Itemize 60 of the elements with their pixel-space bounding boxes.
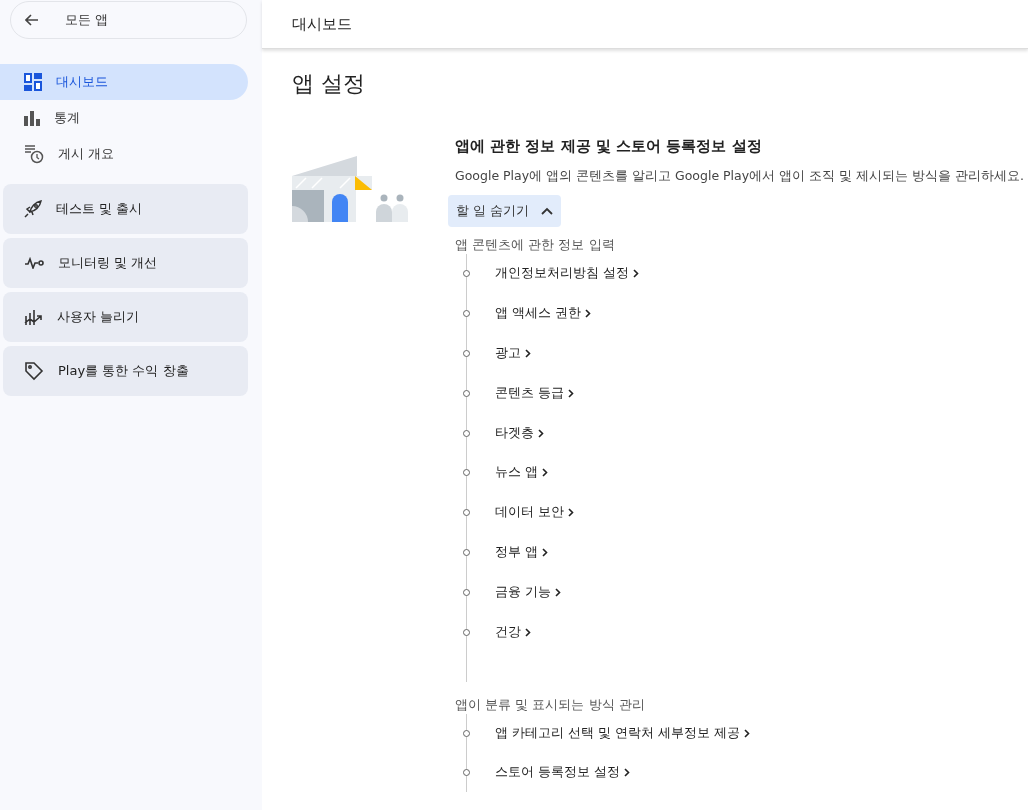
task-link[interactable]: 콘텐츠 등급 [495,384,574,402]
nav-group[interactable]: 사용자 늘리기 [3,292,248,342]
step-circle-icon [463,628,470,636]
step-circle-icon [463,429,470,437]
dashboard-icon [24,73,42,91]
nav-group[interactable]: 모니터링 및 개선 [3,238,248,288]
section-heading: 앱 콘텐츠에 관한 정보 입력 [455,236,616,254]
step-circle-icon [463,588,470,596]
all-apps-button[interactable]: 모든 앱 [10,1,247,39]
chevron-right-icon [623,767,630,777]
chevron-right-icon [743,728,750,738]
task-link[interactable]: 건강 [495,623,531,641]
task-link[interactable]: 금융 기능 [495,583,561,601]
page-header-title: 대시보드 [292,14,352,34]
list-clock-icon [24,144,44,164]
chevron-right-icon [633,269,639,279]
chevron-right-icon [568,388,574,398]
chevron-right-icon [568,508,574,518]
nav-group[interactable]: Play를 통한 수익 창출 [3,346,248,396]
task-link[interactable]: 정부 앱 [495,543,548,561]
step-circle-icon [463,729,470,737]
step-circle-icon [463,389,470,397]
card-description: Google Play에 앱의 콘텐츠를 알리고 Google Play에서 앱이 조직 및 제시되는 방식을 관리하세요. [455,168,1024,185]
step-circle-icon [463,768,470,776]
chevron-right-icon [525,627,531,637]
step-circle-icon [463,350,470,357]
chevron-right-icon [584,309,591,319]
tag-icon [24,361,44,381]
task-link[interactable]: 앱 액세스 권한 [495,305,591,323]
nav-item[interactable]: 통계 [0,100,248,136]
task-link[interactable]: 데이터 보안 [495,504,574,522]
nav-item[interactable]: 게시 개요 [0,136,248,172]
growth-chart-icon [24,308,43,326]
pulse-icon [24,257,44,269]
step-circle-icon [463,310,470,318]
task-link[interactable]: 개인정보처리방침 설정 [495,265,639,283]
back-arrow-icon [25,14,39,26]
task-link[interactable]: 뉴스 앱 [495,464,548,482]
step-circle-icon [463,509,470,517]
task-link[interactable]: 광고 [495,345,531,362]
rocket-icon [24,200,42,218]
nav-group[interactable]: 테스트 및 출시 [3,184,248,234]
nav-item[interactable]: 대시보드 [0,64,248,100]
task-link[interactable]: 스토어 등록정보 설정 [495,763,630,781]
card-title: 앱에 관한 정보 제공 및 스토어 등록정보 설정 [455,137,763,156]
hide-tasks-button[interactable]: 할 일 숨기기 [448,195,562,227]
chevron-right-icon [542,468,548,478]
section-heading: 앱이 분류 및 표시되는 방식 관리 [455,695,646,714]
step-circle-icon [463,469,470,477]
chevron-right-icon [538,428,544,438]
task-link[interactable]: 타겟층 [495,424,544,442]
page-title: 앱 설정 [292,70,366,98]
task-link[interactable]: 앱 카테고리 선택 및 연락처 세부정보 제공 [495,724,750,742]
chevron-right-icon [542,547,548,557]
chevron-right-icon [555,587,561,597]
chevron-right-icon [525,349,531,358]
step-circle-icon [463,270,470,278]
bar-chart-icon [24,110,40,126]
chevron-icon [541,207,554,215]
step-circle-icon [463,548,470,556]
